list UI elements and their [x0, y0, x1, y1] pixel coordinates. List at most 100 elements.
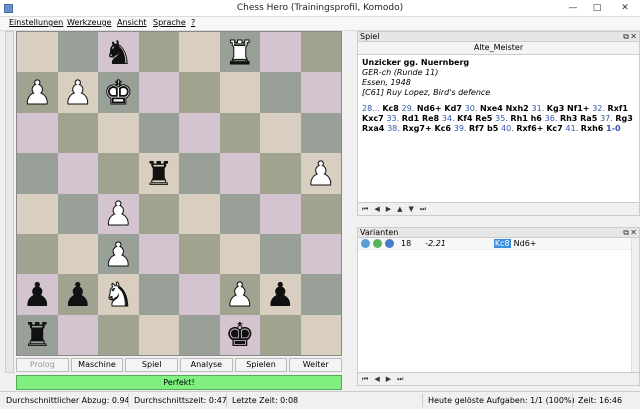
board-square[interactable]	[17, 112, 58, 154]
board-square[interactable]: ♟	[57, 72, 98, 113]
chess-piece[interactable]: ♟	[265, 278, 295, 311]
prev-icon[interactable]: ◀	[374, 205, 379, 213]
chess-piece[interactable]: ♞	[103, 277, 134, 311]
prev-icon[interactable]: ◀	[374, 375, 379, 383]
board-square[interactable]	[98, 314, 139, 355]
board-square[interactable]	[17, 233, 58, 275]
board-square[interactable]	[300, 193, 341, 234]
chess-piece[interactable]: ♞	[103, 36, 133, 69]
board-square[interactable]	[179, 72, 220, 113]
move-text[interactable]: Rh1 h6	[510, 114, 544, 123]
board-square[interactable]: ♟	[300, 153, 341, 194]
board-square[interactable]	[179, 153, 220, 194]
panel-close-icon[interactable]: ✕	[630, 32, 637, 41]
board-square[interactable]: ♜	[17, 314, 58, 355]
board-square[interactable]	[17, 153, 58, 194]
move-text[interactable]: Kg3 Nf1+	[547, 104, 593, 113]
move-text[interactable]: Kc8	[382, 104, 401, 113]
chess-piece[interactable]: ♜	[144, 157, 174, 190]
board-square[interactable]	[179, 32, 220, 73]
next-icon[interactable]: ▶	[386, 205, 391, 213]
board-square[interactable]	[98, 153, 139, 194]
tab-spiel[interactable]: Spiel	[125, 358, 179, 372]
board-square[interactable]: ♟	[98, 233, 139, 275]
menu-einstellungen[interactable]: Einstellungen	[9, 18, 63, 27]
board-scrollbar[interactable]	[5, 31, 14, 373]
chess-piece[interactable]: ♚	[103, 76, 134, 110]
board-square[interactable]	[260, 112, 301, 154]
board-square[interactable]	[57, 233, 98, 275]
board-square[interactable]	[300, 274, 341, 315]
variant-row[interactable]: 18 -2.21 Kc8 Nd6+	[358, 238, 639, 250]
panel-close-icon[interactable]: ✕	[630, 228, 637, 237]
board-square[interactable]: ♟	[17, 72, 58, 113]
board-square[interactable]	[57, 32, 98, 73]
tab-weiter[interactable]: Weiter	[289, 358, 343, 372]
board-square[interactable]: ♞	[98, 274, 139, 315]
board-square[interactable]: ♞	[98, 32, 139, 73]
board-square[interactable]	[138, 314, 179, 355]
board-square[interactable]: ♟	[260, 274, 301, 315]
board-square[interactable]	[17, 193, 58, 234]
chess-piece[interactable]: ♜	[22, 318, 52, 351]
last-icon[interactable]: ⏭	[420, 205, 426, 214]
board-square[interactable]	[219, 153, 260, 194]
board-square[interactable]	[179, 233, 220, 275]
menu-sprache[interactable]: Sprache	[153, 18, 186, 27]
chess-piece[interactable]: ♜	[224, 35, 255, 69]
menu-help[interactable]: ?	[191, 18, 195, 27]
minimize-icon[interactable]: —	[566, 2, 580, 14]
board-square[interactable]	[260, 233, 301, 275]
board-square[interactable]	[300, 72, 341, 113]
last-icon[interactable]: ⏭	[397, 375, 403, 384]
first-icon[interactable]: ⏮	[362, 375, 368, 384]
board-square[interactable]	[179, 112, 220, 154]
board-square[interactable]	[57, 193, 98, 234]
board-square[interactable]: ♟	[17, 274, 58, 315]
chess-piece[interactable]: ♚	[225, 318, 255, 351]
move-text[interactable]: Rf7 b5	[469, 124, 501, 133]
board-square[interactable]	[219, 233, 260, 275]
board-square[interactable]	[179, 274, 220, 315]
board-square[interactable]	[57, 112, 98, 154]
board-square[interactable]	[138, 233, 179, 275]
chess-piece[interactable]: ♟	[103, 197, 134, 231]
move-text[interactable]: Nxe4 Nxh2	[480, 104, 532, 113]
board-square[interactable]: ♜	[138, 153, 179, 194]
board-square[interactable]: ♜	[219, 32, 260, 73]
tab-spielen[interactable]: Spielen	[234, 358, 288, 372]
board-square[interactable]: ♟	[57, 274, 98, 315]
variants-scrollbar[interactable]	[631, 238, 639, 372]
move-text[interactable]: Rxf6+ Kc7	[516, 124, 565, 133]
board-square[interactable]	[57, 314, 98, 355]
engine-down-icon[interactable]	[385, 239, 394, 248]
variant-move[interactable]: Nd6+	[514, 239, 537, 248]
board-square[interactable]	[260, 314, 301, 355]
tab-maschine[interactable]: Maschine	[70, 358, 124, 372]
board-square[interactable]: ♟	[98, 193, 139, 234]
board-square[interactable]	[260, 193, 301, 234]
board-square[interactable]	[138, 72, 179, 113]
board-square[interactable]	[138, 112, 179, 154]
move-text[interactable]: Rh3 Ra5	[560, 114, 600, 123]
board-square[interactable]	[98, 112, 139, 154]
maximize-icon[interactable]: □	[590, 2, 604, 14]
board-square[interactable]	[219, 72, 260, 113]
board-square[interactable]	[260, 72, 301, 113]
move-text[interactable]: Rxg7+ Kc6	[402, 124, 453, 133]
board-square[interactable]	[57, 153, 98, 194]
board-square[interactable]	[138, 32, 179, 73]
variant-highlight-move[interactable]: Kc8	[493, 239, 511, 248]
board-square[interactable]	[300, 233, 341, 275]
float-icon[interactable]: ⧉	[623, 228, 629, 237]
board-square[interactable]	[219, 112, 260, 154]
next-icon[interactable]: ▶	[386, 375, 391, 383]
move-text[interactable]: Rxh6	[581, 124, 606, 133]
chess-piece[interactable]: ♟	[103, 237, 134, 271]
board-square[interactable]	[17, 32, 58, 73]
chess-piece[interactable]: ♟	[305, 156, 336, 190]
board-square[interactable]	[300, 32, 341, 73]
chess-piece[interactable]: ♟	[22, 76, 53, 110]
board-square[interactable]: ♚	[219, 314, 260, 355]
tab-prolog[interactable]: Prolog	[16, 358, 69, 372]
